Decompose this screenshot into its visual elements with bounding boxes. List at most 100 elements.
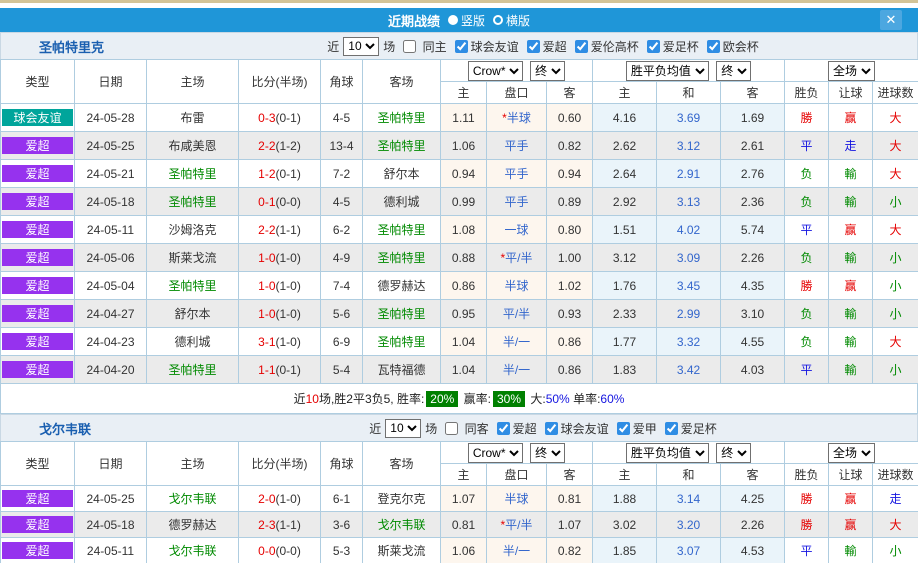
result-glyph: 勝 bbox=[785, 272, 829, 300]
league-filter-2[interactable]: 爱伦高杯 bbox=[569, 38, 641, 55]
league-filter-1[interactable]: 爱超 bbox=[521, 38, 569, 55]
league-filter-label: 爱足杯 bbox=[663, 40, 699, 54]
score: 0-3(0-1) bbox=[239, 104, 321, 132]
europe-time-select[interactable]: 终 bbox=[716, 61, 751, 81]
sub-column-header: 让球 bbox=[829, 82, 873, 104]
match-date: 24-05-25 bbox=[75, 486, 147, 512]
home-odds: 1.04 bbox=[441, 328, 487, 356]
same-venue-checkbox[interactable] bbox=[445, 422, 458, 435]
match-date: 24-04-20 bbox=[75, 356, 147, 384]
sub-column-header: 主 bbox=[441, 464, 487, 486]
league-filter-0[interactable]: 爱超 bbox=[491, 420, 539, 437]
goals-result-glyph: 小 bbox=[873, 356, 918, 384]
corner-count: 7-4 bbox=[321, 272, 363, 300]
home-team: 布雷 bbox=[147, 104, 239, 132]
score: 2-2(1-1) bbox=[239, 216, 321, 244]
league-filter-4[interactable]: 欧会杯 bbox=[701, 38, 761, 55]
home-team: 圣帕特里 bbox=[147, 356, 239, 384]
result-glyph: 勝 bbox=[785, 104, 829, 132]
handicap: 半球 bbox=[487, 272, 547, 300]
avg-draw-odds: 2.91 bbox=[657, 160, 721, 188]
league-filter-3[interactable]: 爱足杯 bbox=[659, 420, 719, 437]
league-badge: 爱超 bbox=[1, 216, 75, 244]
goals-result-glyph: 小 bbox=[873, 538, 918, 563]
team-section: 戈尔韦联 近 10 场 同客 爱超球会友谊爱甲爱足杯 类型 bbox=[0, 414, 918, 563]
away-team: 圣帕特里 bbox=[363, 132, 441, 160]
goals-result-glyph: 大 bbox=[873, 160, 918, 188]
league-filter-label: 爱甲 bbox=[633, 422, 657, 436]
near-label: 近 bbox=[369, 420, 381, 437]
league-filter-2[interactable]: 爱甲 bbox=[611, 420, 659, 437]
score: 1-0(1-0) bbox=[239, 300, 321, 328]
match-date: 24-04-23 bbox=[75, 328, 147, 356]
result-glyph: 负 bbox=[785, 244, 829, 272]
match-count-select[interactable]: 10 bbox=[343, 37, 379, 56]
corner-count: 5-3 bbox=[321, 538, 363, 563]
league-checkbox[interactable] bbox=[665, 422, 678, 435]
league-filter-0[interactable]: 球会友谊 bbox=[449, 38, 521, 55]
result-glyph: 负 bbox=[785, 328, 829, 356]
vertical-layout-radio[interactable] bbox=[448, 15, 458, 25]
odds-company-select[interactable]: Crow* bbox=[468, 443, 523, 463]
league-checkbox[interactable] bbox=[455, 40, 468, 53]
same-venue-checkbox[interactable] bbox=[403, 40, 416, 53]
avg-away-odds: 2.36 bbox=[721, 188, 785, 216]
avg-draw-odds: 3.42 bbox=[657, 356, 721, 384]
column-header-corner: 角球 bbox=[321, 60, 363, 104]
match-date: 24-05-04 bbox=[75, 272, 147, 300]
score: 2-0(1-0) bbox=[239, 486, 321, 512]
odds-time-select[interactable]: 终 bbox=[530, 61, 565, 81]
corner-count: 13-4 bbox=[321, 132, 363, 160]
away-odds: 0.82 bbox=[547, 132, 593, 160]
scope-select[interactable]: 全场 bbox=[828, 443, 875, 463]
corner-count: 4-5 bbox=[321, 188, 363, 216]
corner-count: 7-2 bbox=[321, 160, 363, 188]
europe-time-select[interactable]: 终 bbox=[716, 443, 751, 463]
score: 0-0(0-0) bbox=[239, 538, 321, 563]
europe-odds-select[interactable]: 胜平负均值 bbox=[626, 443, 709, 463]
summary-text: 单率: bbox=[570, 390, 601, 407]
league-filter-label: 欧会杯 bbox=[723, 40, 759, 54]
avg-draw-odds: 3.07 bbox=[657, 538, 721, 563]
goals-result-glyph: 大 bbox=[873, 328, 918, 356]
europe-odds-select[interactable]: 胜平负均值 bbox=[626, 61, 709, 81]
away-team: 圣帕特里 bbox=[363, 328, 441, 356]
league-badge: 爱超 bbox=[1, 160, 75, 188]
league-badge: 爱超 bbox=[1, 328, 75, 356]
league-filter-1[interactable]: 球会友谊 bbox=[539, 420, 611, 437]
league-checkbox[interactable] bbox=[527, 40, 540, 53]
scope-select[interactable]: 全场 bbox=[828, 61, 875, 81]
match-count-select[interactable]: 10 bbox=[385, 419, 421, 438]
same-venue-filter[interactable]: 同客 bbox=[439, 420, 490, 437]
handicap: 平手 bbox=[487, 132, 547, 160]
avg-draw-odds: 3.12 bbox=[657, 132, 721, 160]
league-checkbox[interactable] bbox=[707, 40, 720, 53]
avg-home-odds: 3.02 bbox=[593, 512, 657, 538]
league-filter-3[interactable]: 爱足杯 bbox=[641, 38, 701, 55]
horizontal-layout-radio[interactable] bbox=[493, 15, 503, 25]
match-date: 24-05-11 bbox=[75, 216, 147, 244]
odds-company-select[interactable]: Crow* bbox=[468, 61, 523, 81]
avg-home-odds: 1.76 bbox=[593, 272, 657, 300]
league-checkbox[interactable] bbox=[497, 422, 510, 435]
away-team: 戈尔韦联 bbox=[363, 512, 441, 538]
horizontal-layout-label: 横版 bbox=[506, 12, 530, 29]
score: 2-3(1-1) bbox=[239, 512, 321, 538]
away-odds: 0.82 bbox=[547, 538, 593, 563]
page-title: 近期战绩 bbox=[388, 11, 440, 30]
result-glyph: 平 bbox=[785, 538, 829, 563]
matches-table: 类型 日期 主场 比分(半场) 角球 客场 Crow* 终 胜平负均值 终 bbox=[0, 441, 918, 563]
league-checkbox[interactable] bbox=[647, 40, 660, 53]
league-checkbox[interactable] bbox=[575, 40, 588, 53]
odds-time-select[interactable]: 终 bbox=[530, 443, 565, 463]
league-checkbox[interactable] bbox=[545, 422, 558, 435]
sub-column-header: 客 bbox=[547, 464, 593, 486]
team-name: 圣帕特里克 bbox=[39, 37, 239, 56]
home-odds: 1.04 bbox=[441, 356, 487, 384]
home-odds: 1.11 bbox=[441, 104, 487, 132]
league-checkbox[interactable] bbox=[617, 422, 630, 435]
sub-column-header: 主 bbox=[593, 464, 657, 486]
same-venue-filter[interactable]: 同主 bbox=[397, 38, 448, 55]
summary-text: 大: bbox=[527, 390, 546, 407]
close-icon[interactable]: ✕ bbox=[880, 10, 902, 30]
